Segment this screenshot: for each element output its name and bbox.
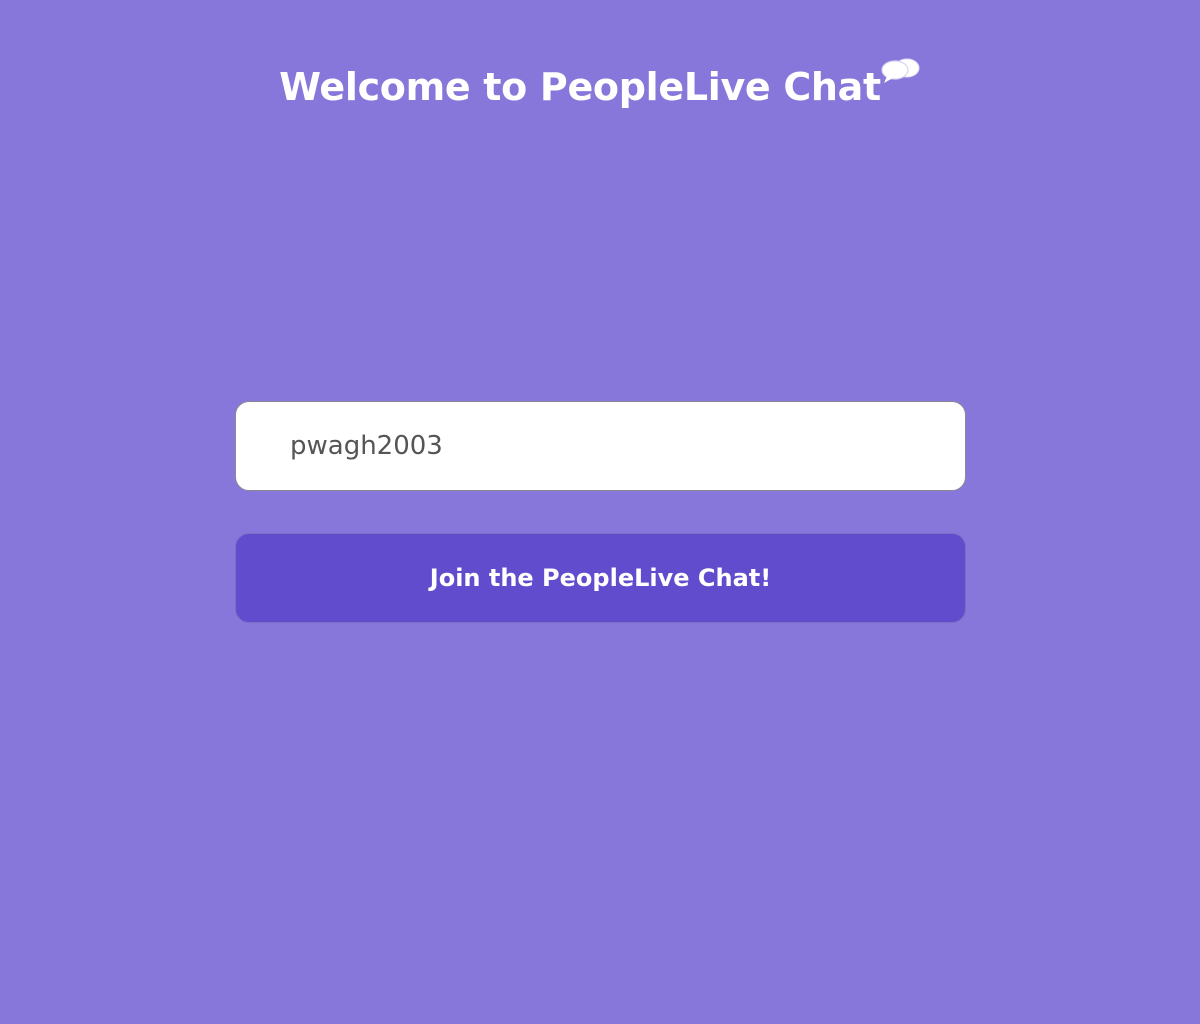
page-title: Welcome to PeopleLive Chat	[279, 65, 881, 109]
join-chat-button[interactable]: Join the PeopleLive Chat!	[235, 533, 966, 623]
chat-bubbles-icon	[881, 58, 920, 83]
username-input[interactable]	[235, 401, 966, 491]
join-form: Join the PeopleLive Chat!	[235, 401, 966, 623]
login-page: Welcome to PeopleLive Chat Join the Peop…	[0, 0, 1200, 1024]
header: Welcome to PeopleLive Chat	[0, 56, 1200, 118]
